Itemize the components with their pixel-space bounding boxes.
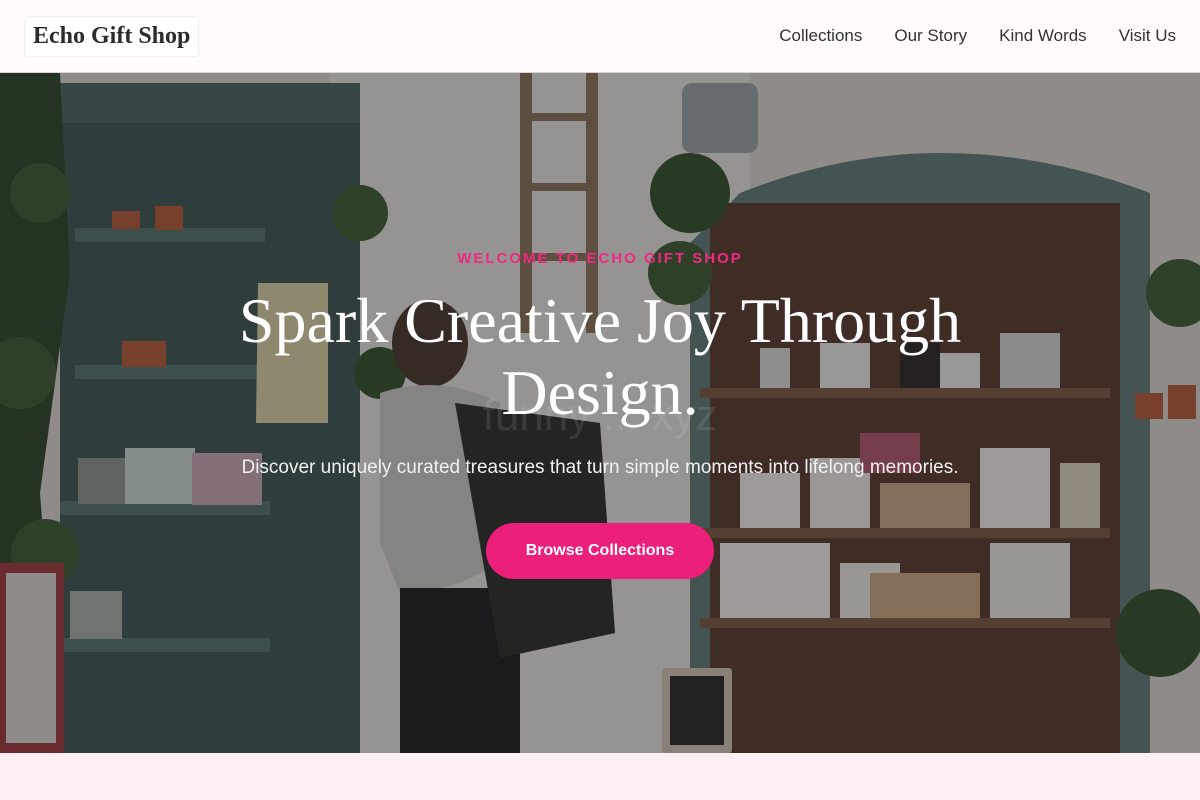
- nav-link-collections[interactable]: Collections: [779, 26, 862, 46]
- nav-link-kind-words[interactable]: Kind Words: [999, 26, 1087, 46]
- site-logo[interactable]: Echo Gift Shop: [24, 15, 200, 57]
- nav-link-visit-us[interactable]: Visit Us: [1119, 26, 1176, 46]
- nav-link-our-story[interactable]: Our Story: [894, 26, 967, 46]
- hero-subhead: Discover uniquely curated treasures that…: [241, 457, 959, 478]
- next-section-band: [0, 753, 1200, 800]
- main-nav: Collections Our Story Kind Words Visit U…: [779, 26, 1176, 46]
- site-header: Echo Gift Shop Collections Our Story Kin…: [0, 0, 1200, 73]
- browse-collections-button[interactable]: Browse Collections: [486, 523, 714, 579]
- hero-eyebrow: WELCOME TO ECHO GIFT SHOP: [457, 250, 743, 267]
- hero-headline: Spark Creative Joy Through Design.: [238, 285, 962, 428]
- hero-content: funny ... xyz WELCOME TO ECHO GIFT SHOP …: [0, 73, 1200, 753]
- hero-section: funny ... xyz WELCOME TO ECHO GIFT SHOP …: [0, 73, 1200, 753]
